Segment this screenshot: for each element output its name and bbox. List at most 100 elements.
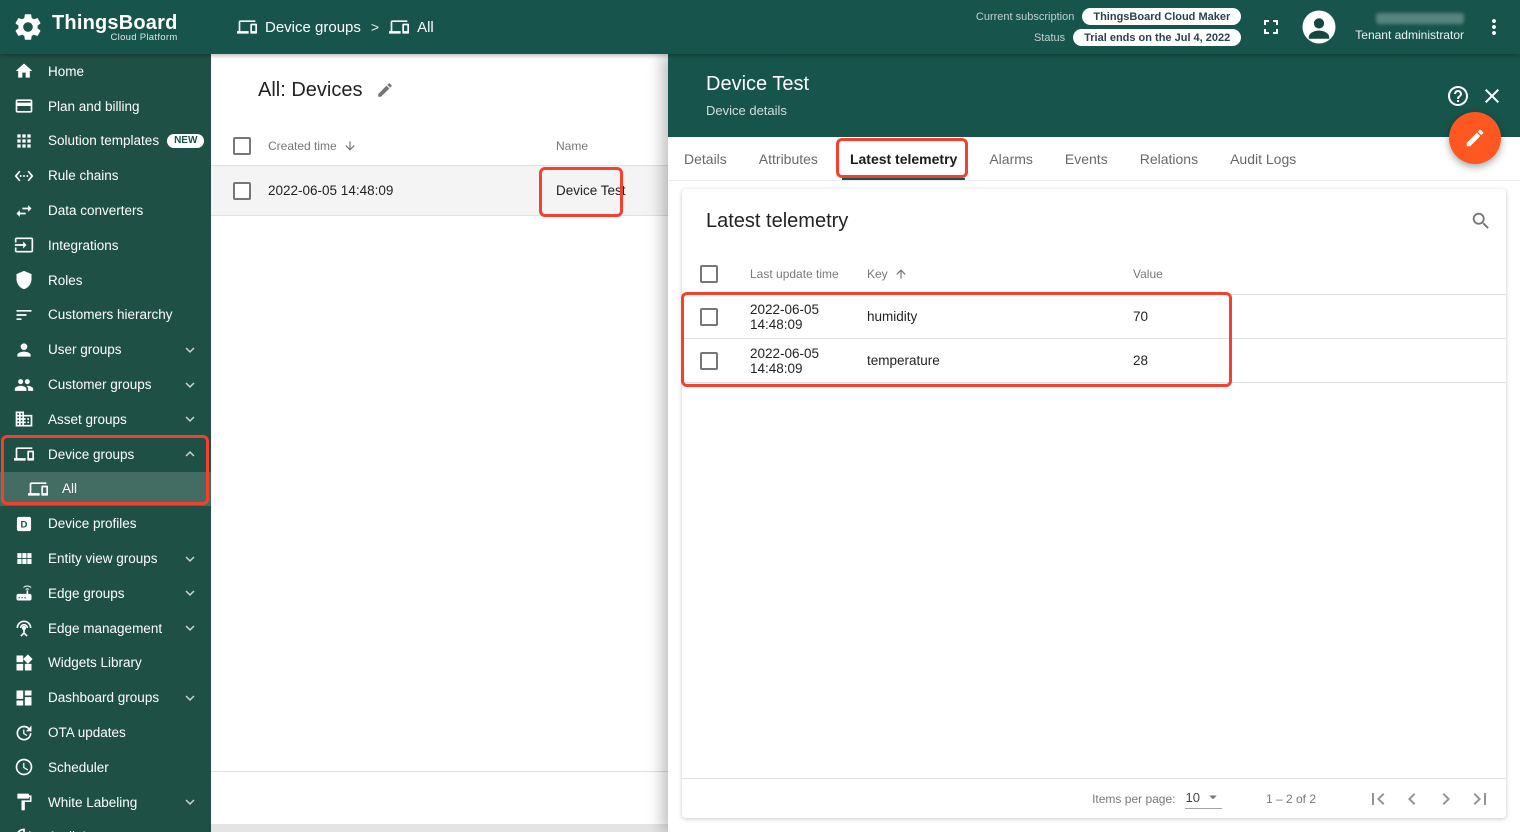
sidebar-item-label: White Labeling bbox=[48, 795, 137, 810]
dropdown-arrow-icon bbox=[1204, 788, 1222, 806]
sidebar-item-data-converters[interactable]: Data converters bbox=[0, 193, 211, 228]
device-table-footer bbox=[211, 771, 668, 824]
device-table-header: Created time Name bbox=[211, 126, 668, 166]
chevron-down-icon bbox=[181, 550, 199, 568]
sidebar-item-plan-and-billing[interactable]: Plan and billing bbox=[0, 89, 211, 124]
column-last-update-time[interactable]: Last update time bbox=[750, 267, 867, 281]
more-menu-icon[interactable] bbox=[1482, 15, 1506, 39]
previous-page-icon[interactable] bbox=[1400, 787, 1424, 811]
row-checkbox[interactable] bbox=[700, 352, 718, 370]
new-badge: NEW bbox=[167, 134, 204, 148]
items-per-page-select[interactable]: 10 bbox=[1185, 788, 1221, 809]
sidebar-item-all[interactable]: All bbox=[0, 472, 211, 507]
sidebar-item-customer-groups[interactable]: Customer groups bbox=[0, 367, 211, 402]
sidebar-item-entity-view-groups[interactable]: Entity view groups bbox=[0, 541, 211, 576]
sidebar-item-label: Integrations bbox=[48, 238, 119, 253]
widgets-icon bbox=[14, 653, 34, 673]
view-module-icon bbox=[14, 549, 34, 569]
device-row[interactable]: 2022-06-05 14:48:09 Device Test bbox=[211, 166, 668, 216]
subscription-chip[interactable]: ThingsBoard Cloud Maker bbox=[1082, 8, 1241, 25]
row-checkbox[interactable] bbox=[700, 308, 718, 326]
sidebar-item-device-profiles[interactable]: D Device profiles bbox=[0, 506, 211, 541]
sidebar-item-white-labeling[interactable]: White Labeling bbox=[0, 785, 211, 820]
edit-fab[interactable] bbox=[1449, 112, 1501, 164]
telemetry-card: Latest telemetry Last update time Key Va… bbox=[682, 189, 1506, 818]
tab-alarms[interactable]: Alarms bbox=[973, 137, 1049, 180]
telemetry-row-temperature[interactable]: 2022-06-05 14:48:09 temperature 28 bbox=[682, 339, 1506, 383]
tab-events[interactable]: Events bbox=[1049, 137, 1124, 180]
sidebar-item-home[interactable]: Home bbox=[0, 54, 211, 89]
sidebar-item-scheduler[interactable]: Scheduler bbox=[0, 750, 211, 785]
sidebar-item-audit-logs[interactable]: Audit Logs bbox=[0, 820, 211, 832]
select-all-checkbox[interactable] bbox=[233, 137, 251, 155]
chevron-up-icon bbox=[181, 445, 199, 463]
first-page-icon[interactable] bbox=[1366, 787, 1390, 811]
trial-status-chip[interactable]: Trial ends on the Jul 4, 2022 bbox=[1073, 29, 1241, 46]
column-created-time[interactable]: Created time bbox=[268, 139, 556, 153]
column-name[interactable]: Name bbox=[556, 139, 668, 153]
sidebar-item-label: Device profiles bbox=[48, 516, 137, 531]
track-changes-icon bbox=[14, 827, 34, 832]
user-role: Tenant administrator bbox=[1355, 28, 1464, 42]
sidebar-item-roles[interactable]: Roles bbox=[0, 263, 211, 298]
sidebar-item-label: Edge groups bbox=[48, 586, 125, 601]
device-name: Device Test bbox=[556, 183, 668, 198]
telemetry-card-header: Latest telemetry bbox=[682, 189, 1506, 253]
telemetry-row-humidity[interactable]: 2022-06-05 14:48:09 humidity 70 bbox=[682, 295, 1506, 339]
details-header-actions bbox=[1446, 84, 1504, 108]
details-tabs: DetailsAttributesLatest telemetryAlarmsE… bbox=[668, 137, 1520, 181]
format-paint-icon bbox=[14, 792, 34, 812]
status-label: Status bbox=[1034, 32, 1065, 44]
sidebar-item-edge-management[interactable]: Edge management bbox=[0, 611, 211, 646]
details-header: Device Test Device details bbox=[668, 54, 1520, 137]
breadcrumb-all[interactable]: All bbox=[389, 17, 434, 37]
sidebar-item-widgets-library[interactable]: Widgets Library bbox=[0, 646, 211, 681]
select-all-checkbox[interactable] bbox=[700, 265, 718, 283]
tab-attributes[interactable]: Attributes bbox=[743, 137, 834, 180]
last-page-icon[interactable] bbox=[1468, 787, 1492, 811]
antenna-icon bbox=[14, 618, 34, 638]
sidebar-item-ota-updates[interactable]: OTA updates bbox=[0, 715, 211, 750]
breadcrumb: Device groups > All bbox=[237, 17, 434, 37]
sidebar-item-edge-groups[interactable]: Edge groups bbox=[0, 576, 211, 611]
close-icon[interactable] bbox=[1480, 84, 1504, 108]
sidebar-item-solution-templates[interactable]: Solution templates NEW bbox=[0, 124, 211, 159]
fullscreen-icon[interactable] bbox=[1259, 15, 1283, 39]
chevron-down-icon bbox=[181, 584, 199, 602]
sidebar-item-label: OTA updates bbox=[48, 725, 126, 740]
tab-latest-telemetry[interactable]: Latest telemetry bbox=[834, 137, 973, 180]
thingsboard-logo[interactable]: ThingsBoard Cloud Platform bbox=[0, 11, 211, 43]
telemetry-heading: Latest telemetry bbox=[706, 210, 848, 233]
logo-text: ThingsBoard Cloud Platform bbox=[52, 12, 178, 43]
sort-desc-icon[interactable] bbox=[343, 139, 357, 153]
search-icon[interactable] bbox=[1470, 210, 1492, 232]
sidebar-item-rule-chains[interactable]: Rule chains bbox=[0, 158, 211, 193]
column-value[interactable]: Value bbox=[1133, 267, 1506, 281]
next-page-icon[interactable] bbox=[1434, 787, 1458, 811]
help-icon[interactable] bbox=[1446, 84, 1470, 108]
tab-relations[interactable]: Relations bbox=[1124, 137, 1214, 180]
avatar[interactable] bbox=[1301, 9, 1337, 45]
sidebar-item-device-groups[interactable]: Device groups bbox=[0, 437, 211, 472]
details-title: Device Test bbox=[706, 73, 809, 96]
sidebar-item-asset-groups[interactable]: Asset groups bbox=[0, 402, 211, 437]
sidebar-item-user-groups[interactable]: User groups bbox=[0, 332, 211, 367]
telemetry-value: 28 bbox=[1133, 353, 1506, 368]
svg-text:D: D bbox=[21, 519, 28, 530]
sidebar-item-integrations[interactable]: Integrations bbox=[0, 228, 211, 263]
breadcrumb-device-groups[interactable]: Device groups bbox=[237, 17, 361, 37]
list-title-row: All: Devices bbox=[211, 54, 668, 126]
sidebar-item-dashboard-groups[interactable]: Dashboard groups bbox=[0, 680, 211, 715]
chevron-down-icon bbox=[181, 341, 199, 359]
details-subtitle: Device details bbox=[706, 103, 809, 118]
sort-asc-icon[interactable] bbox=[894, 267, 908, 281]
sidebar-item-customers-hierarchy[interactable]: Customers hierarchy bbox=[0, 298, 211, 333]
tab-audit-logs[interactable]: Audit Logs bbox=[1214, 137, 1312, 180]
edit-title-icon[interactable] bbox=[376, 81, 394, 99]
column-key[interactable]: Key bbox=[867, 267, 1133, 281]
row-checkbox[interactable] bbox=[233, 182, 251, 200]
telemetry-value: 70 bbox=[1133, 309, 1506, 324]
chevron-down-icon bbox=[181, 376, 199, 394]
tab-details[interactable]: Details bbox=[668, 137, 743, 180]
sidebar-item-label: Solution templates bbox=[48, 133, 159, 148]
